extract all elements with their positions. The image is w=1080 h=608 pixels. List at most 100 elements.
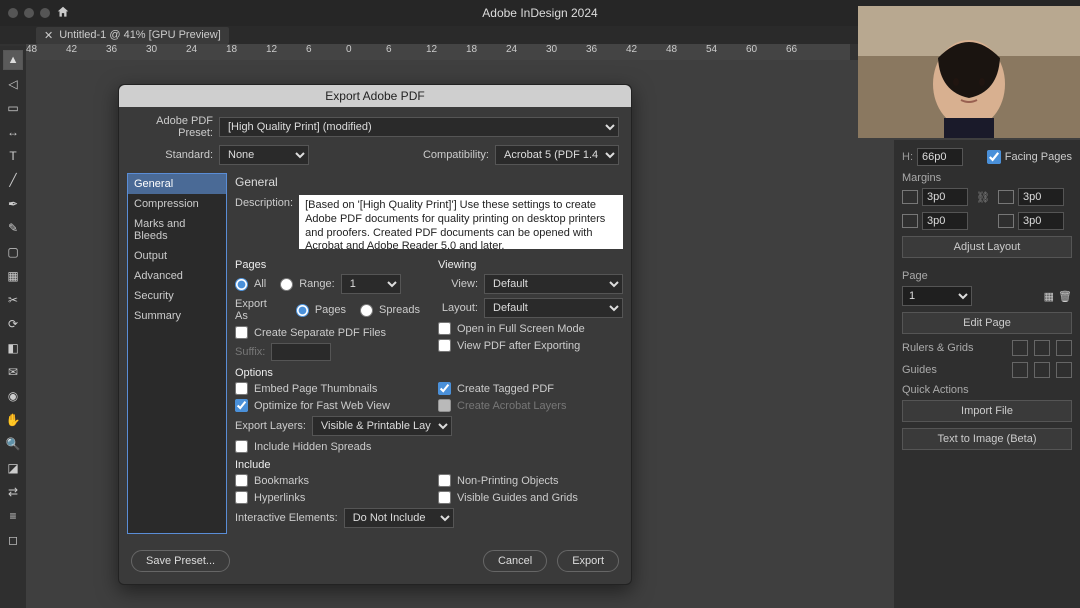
hiddenspreads-check[interactable] [235,440,248,453]
new-page-icon[interactable]: ▦ [1044,290,1054,303]
tagged-label: Create Tagged PDF [457,383,554,395]
free-transform-tool[interactable]: ⟳ [3,314,23,334]
description-label: Description: [235,195,293,249]
category-output[interactable]: Output [128,246,226,266]
fastweb-check[interactable] [235,399,248,412]
pages-all-label: All [254,278,266,290]
preset-label: Adobe PDF Preset: [131,115,213,139]
frame-tool[interactable]: ▦ [3,266,23,286]
layout-select[interactable]: Default [484,298,623,318]
guide-opt1-icon[interactable] [1012,362,1028,378]
nonprint-check[interactable] [438,474,451,487]
fullscreen-check[interactable] [438,322,451,335]
ruler-tick: 18 [226,44,237,55]
format-tool[interactable]: ≡ [3,506,23,526]
standard-select[interactable]: None [219,145,309,165]
compat-select[interactable]: Acrobat 5 (PDF 1.4) [495,145,619,165]
export-pdf-dialog: Export Adobe PDF Adobe PDF Preset: [High… [118,84,632,585]
swap-tool[interactable]: ⇄ [3,482,23,502]
category-summary[interactable]: Summary [128,306,226,326]
create-separate-check[interactable] [235,326,248,339]
eyedropper-tool[interactable]: ◉ [3,386,23,406]
gradient-swatch-tool[interactable]: ◧ [3,338,23,358]
import-file-button[interactable]: Import File [902,400,1072,422]
rectangle-tool[interactable]: ▢ [3,242,23,262]
guide-opt2-icon[interactable] [1034,362,1050,378]
ruler-tick: 42 [626,44,637,55]
pen-tool[interactable]: ✒ [3,194,23,214]
bookmarks-check[interactable] [235,474,248,487]
hand-tool[interactable]: ✋ [3,410,23,430]
page-tool[interactable]: ▭ [3,98,23,118]
margin-left-input[interactable] [1018,188,1064,206]
view-after-check[interactable] [438,339,451,352]
select-tool[interactable]: ▲ [3,50,23,70]
preset-select[interactable]: [High Quality Print] (modified) [219,117,619,137]
export-button[interactable]: Export [557,550,619,572]
description-text[interactable]: [Based on '[High Quality Print]'] Use th… [299,195,623,249]
ruler-units-icon[interactable] [1012,340,1028,356]
delete-page-icon[interactable]: 🗑 [1058,290,1072,303]
acrolayers-check [438,399,451,412]
line-tool[interactable]: ╱ [3,170,23,190]
link-icon[interactable]: ⛓ [976,191,990,204]
hiddenspreads-label: Include Hidden Spreads [254,441,371,453]
create-separate-label: Create Separate PDF Files [254,327,386,339]
page-select[interactable]: 1 [902,286,972,306]
document-tab[interactable]: ✕ Untitled-1 @ 41% [GPU Preview] [36,27,229,44]
ruler-tick: 36 [106,44,117,55]
guide-opt3-icon[interactable] [1056,362,1072,378]
margin-right-icon [998,214,1014,228]
screen-tool[interactable]: ◻ [3,530,23,550]
tagged-check[interactable] [438,382,451,395]
min-dot[interactable] [24,8,34,18]
max-dot[interactable] [40,8,50,18]
ruler-tick: 30 [546,44,557,55]
note-tool[interactable]: ✉ [3,362,23,382]
margin-top-input[interactable] [922,188,968,206]
guides-check[interactable] [438,491,451,504]
cancel-button[interactable]: Cancel [483,550,547,572]
pages-all-radio[interactable] [235,278,248,291]
pencil-tool[interactable]: ✎ [3,218,23,238]
export-spreads-radio[interactable] [360,304,373,317]
facing-check[interactable] [987,150,1001,164]
type-tool[interactable]: T [3,146,23,166]
scissors-tool[interactable]: ✂ [3,290,23,310]
doc-grid-icon[interactable] [1034,340,1050,356]
edit-page-button[interactable]: Edit Page [902,312,1072,334]
hyperlinks-check[interactable] [235,491,248,504]
text-to-image-button[interactable]: Text to Image (Beta) [902,428,1072,450]
ruler-tick: 18 [466,44,477,55]
category-advanced[interactable]: Advanced [128,266,226,286]
view-select[interactable]: Default [484,274,623,294]
home-icon[interactable] [56,5,70,22]
tab-close-icon[interactable]: ✕ [44,29,53,42]
gap-tool[interactable]: ↔ [3,122,23,142]
zoom-tool[interactable]: 🔍 [3,434,23,454]
ruler-tick: 12 [266,44,277,55]
exportlayers-select[interactable]: Visible & Printable Layers [312,416,452,436]
pages-range-radio[interactable] [280,278,293,291]
margin-right-input[interactable] [1018,212,1064,230]
baseline-grid-icon[interactable] [1056,340,1072,356]
category-compression[interactable]: Compression [128,194,226,214]
adjust-layout-button[interactable]: Adjust Layout [902,236,1072,258]
save-preset-button[interactable]: Save Preset... [131,550,230,572]
standard-label: Standard: [131,149,213,161]
margin-bottom-input[interactable] [922,212,968,230]
options-heading: Options [235,367,623,379]
view-label: View: [438,278,478,290]
fullscreen-label: Open in Full Screen Mode [457,323,585,335]
height-input[interactable] [917,148,963,166]
interactive-select[interactable]: Do Not Include [344,508,454,528]
fill-stroke-tool[interactable]: ◪ [3,458,23,478]
category-security[interactable]: Security [128,286,226,306]
category-general[interactable]: General [128,174,226,194]
direct-select-tool[interactable]: ◁ [3,74,23,94]
range-select[interactable]: 1 [341,274,401,294]
export-pages-radio[interactable] [296,304,309,317]
close-dot[interactable] [8,8,18,18]
thumbnails-check[interactable] [235,382,248,395]
category-marks-and-bleeds[interactable]: Marks and Bleeds [128,214,226,246]
